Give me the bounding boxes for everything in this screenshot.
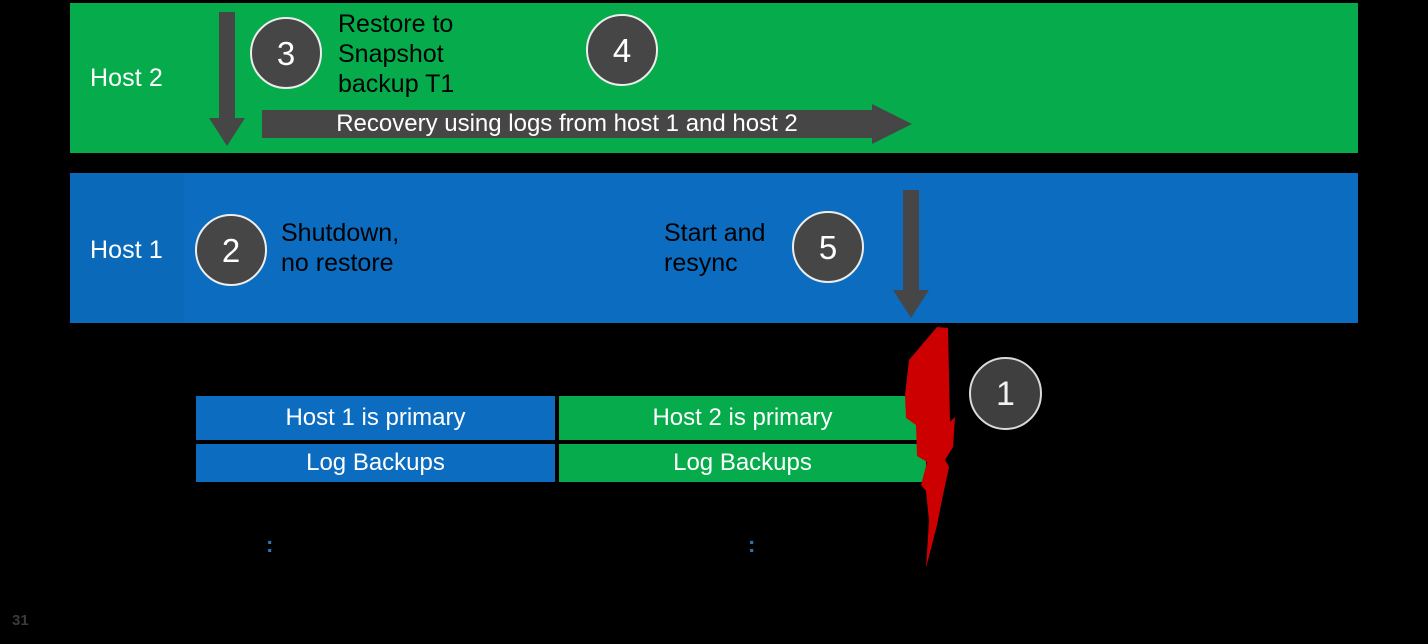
arrow-shaft <box>903 190 919 290</box>
arrow-shaft <box>219 12 235 118</box>
annotation-start-and-resync: Start and resync <box>664 219 766 277</box>
host1-band-label: Host 1 <box>90 236 163 264</box>
arrow-head <box>893 290 929 318</box>
timeline-marker-left: : <box>266 532 274 557</box>
step-circle-4[interactable]: 4 <box>586 14 658 86</box>
recovery-arrow-label: Recovery using logs from host 1 and host… <box>336 110 798 137</box>
recovery-arrow-head-icon <box>872 104 912 144</box>
annotation-restore-to-snapshot: Restore to Snapshot backup T1 <box>338 10 455 98</box>
recovery-arrow: Recovery using logs from host 1 and host… <box>262 104 912 144</box>
timeline-host2-log-backups: Log Backups <box>559 444 926 482</box>
step-circle-5[interactable]: 5 <box>792 211 864 283</box>
step-circle-2[interactable]: 2 <box>195 214 267 286</box>
arrow-head <box>209 118 245 146</box>
timeline-host1-log-backups: Log Backups <box>196 444 555 482</box>
slide-canvas: Host 2 3 Restore to Snapshot backup T1 4… <box>0 0 1428 644</box>
timeline-host2-primary: Host 2 is primary <box>559 396 926 440</box>
timeline-marker-right: : <box>748 532 756 557</box>
annotation-shutdown-no-restore: Shutdown, no restore <box>281 219 400 277</box>
host1-down-arrow-icon <box>893 190 929 318</box>
step-circle-3[interactable]: 3 <box>250 17 322 89</box>
page-number: 31 <box>12 612 29 629</box>
timeline-host1-primary: Host 1 is primary <box>196 396 555 440</box>
step-circle-1[interactable]: 1 <box>969 357 1042 430</box>
host2-band-label: Host 2 <box>90 64 163 92</box>
host2-down-arrow-icon <box>209 12 245 146</box>
